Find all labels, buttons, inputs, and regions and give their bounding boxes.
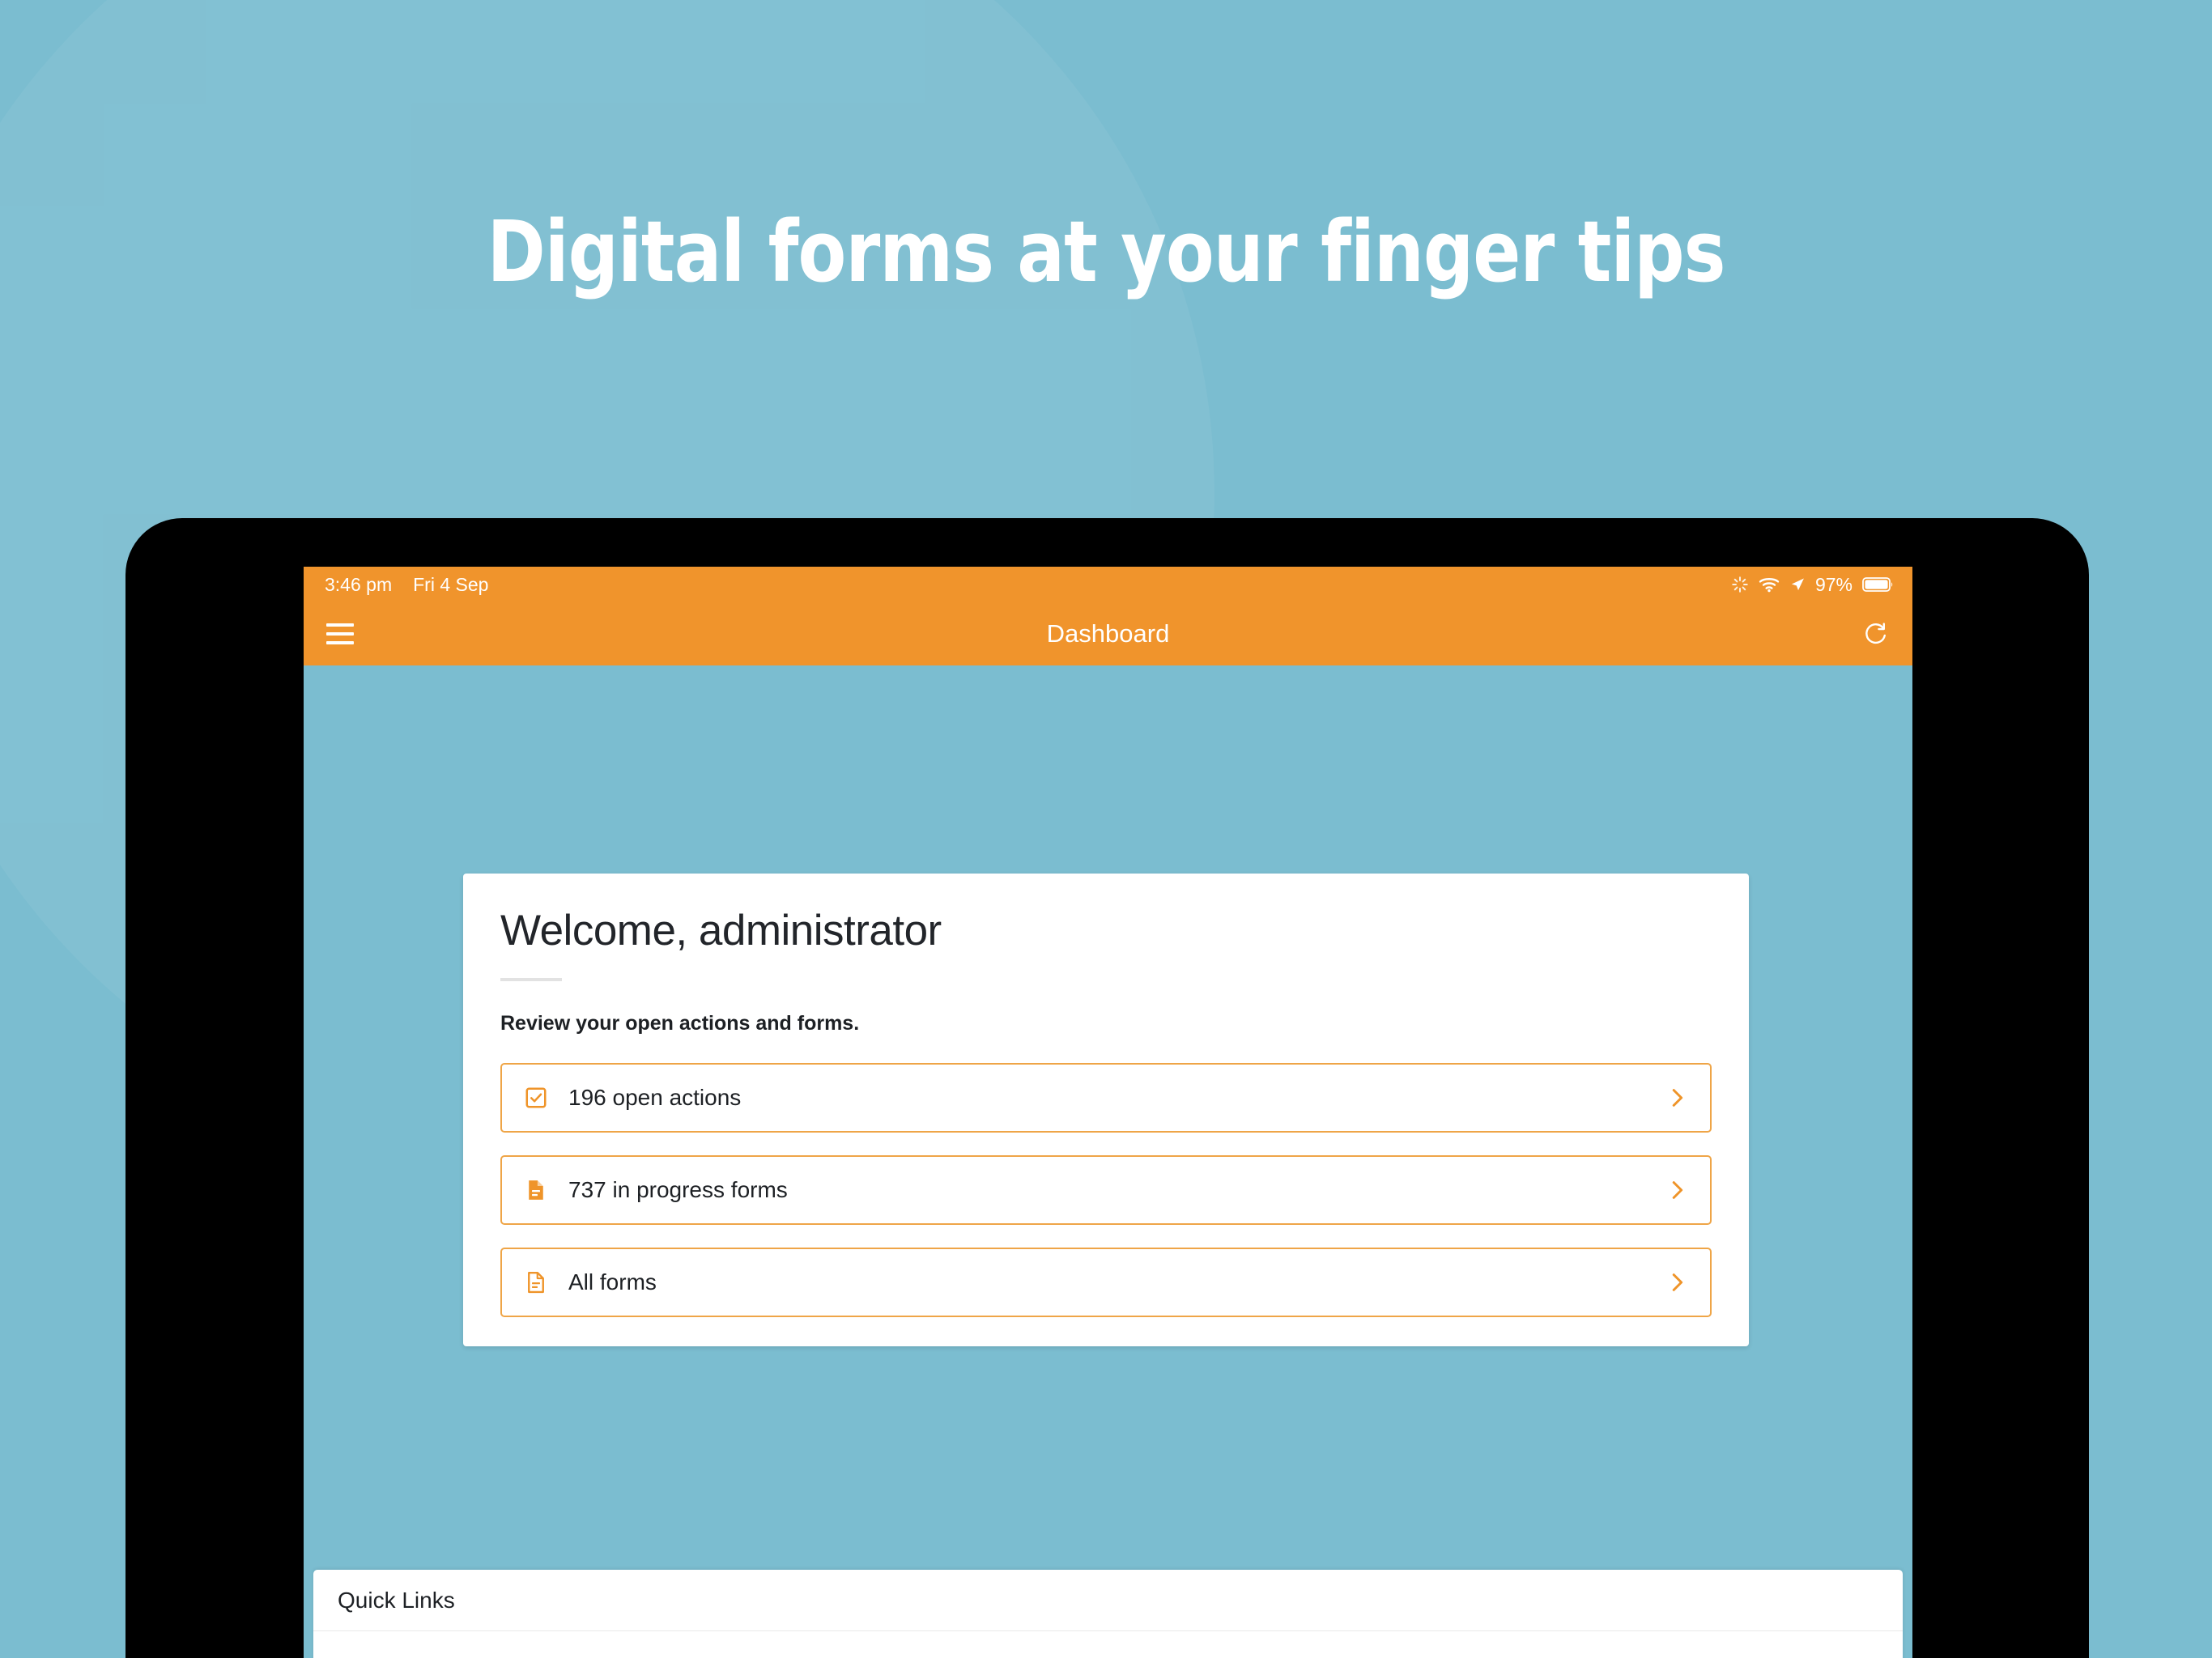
welcome-card: Welcome, administrator Review your open …	[463, 874, 1749, 1346]
battery-percent-label: 97%	[1814, 573, 1853, 595]
chevron-right-icon	[1665, 1086, 1689, 1110]
document-outline-icon	[521, 1268, 551, 1297]
page-title: Dashboard	[1046, 619, 1170, 648]
open-actions-label: 196 open actions	[568, 1085, 742, 1110]
chevron-right-icon	[1665, 1178, 1689, 1202]
welcome-divider	[500, 978, 562, 981]
chevron-right-icon	[1665, 1270, 1689, 1295]
battery-icon	[1862, 576, 1895, 593]
all-forms-label: All forms	[568, 1269, 657, 1295]
wifi-icon	[1759, 576, 1780, 593]
open-actions-row[interactable]: 196 open actions	[500, 1063, 1712, 1133]
hero-headline: Digital forms at your finger tips	[487, 202, 1725, 301]
activity-spinner-icon	[1731, 576, 1749, 593]
status-bar-time: 3:46 pm	[325, 573, 393, 595]
status-bar-indicators: 97%	[1731, 574, 1895, 596]
location-arrow-icon	[1789, 576, 1806, 593]
status-bar-date: Fri 4 Sep	[413, 573, 489, 595]
device-screen: 3:46 pm Fri 4 Sep 97% Dashboard Welcome,…	[304, 567, 1912, 1658]
welcome-subtitle: Review your open actions and forms.	[500, 1012, 860, 1035]
quick-links-header: Quick Links	[313, 1570, 1903, 1631]
checkbox-checked-icon	[521, 1083, 551, 1112]
document-filled-icon	[521, 1175, 551, 1205]
app-nav-bar: Dashboard	[304, 602, 1912, 665]
quick-links-card: Quick Links Add Action	[313, 1570, 1903, 1658]
tablet-device-frame: 3:46 pm Fri 4 Sep 97% Dashboard Welcome,…	[125, 518, 2089, 1658]
in-progress-forms-row[interactable]: 737 in progress forms	[500, 1155, 1712, 1225]
hamburger-menu-icon[interactable]	[326, 623, 354, 644]
all-forms-row[interactable]: All forms	[500, 1248, 1712, 1317]
status-bar: 3:46 pm Fri 4 Sep 97%	[304, 567, 1912, 602]
summary-row-list: 196 open actions 737 in progress forms A…	[486, 1063, 1726, 1317]
welcome-title: Welcome, administrator	[500, 907, 942, 954]
dashboard-content: Welcome, administrator Review your open …	[304, 665, 1912, 1658]
quick-links-grid: Add Action Add Form	[313, 1631, 1903, 1658]
in-progress-forms-label: 737 in progress forms	[568, 1177, 788, 1202]
refresh-icon[interactable]	[1862, 620, 1890, 648]
